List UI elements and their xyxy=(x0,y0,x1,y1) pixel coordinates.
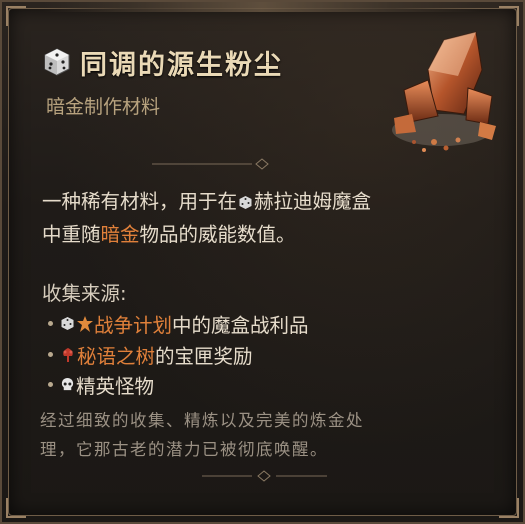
crystal-dust-icon xyxy=(392,31,496,152)
skull-icon xyxy=(61,377,74,391)
item-tooltip: 同调的源生粉尘 暗金制作材料 一种稀有材料，用于在 赫拉迪姆魔盒 中重随暗金物品… xyxy=(0,0,525,524)
title-row: 同调的源生粉尘 xyxy=(42,44,283,81)
description-line-2: 中重随暗金物品的威能数值。 xyxy=(42,223,296,246)
corner-ornament xyxy=(499,6,519,26)
corner-ornament xyxy=(6,6,26,26)
item-type: 暗金制作材料 xyxy=(46,96,161,118)
war-plan-icon xyxy=(77,315,93,332)
divider xyxy=(152,158,269,170)
flavor-line-1: 经过细致的收集、精炼以及完美的炼金处 xyxy=(40,411,364,430)
flavor-line-2: 理，它那古老的潜力已被彻底唤醒。 xyxy=(40,440,328,459)
bullet xyxy=(48,382,53,387)
corner-ornament xyxy=(499,498,519,518)
source-item-war-plans: 战争计划 中的魔盒战利品 xyxy=(48,309,309,338)
description-line-1: 一种稀有材料，用于在 赫拉迪姆魔盒 xyxy=(42,190,372,213)
cube-icon xyxy=(44,48,70,76)
item-name: 同调的源生粉尘 xyxy=(80,49,283,81)
bottom-divider xyxy=(202,470,327,482)
bullet xyxy=(48,321,53,326)
source-item-tree-of-whispers: 秘语之树 的宝匣奖励 xyxy=(48,340,253,369)
corner-ornament xyxy=(6,498,26,518)
source-item-elite-monsters: 精英怪物 xyxy=(48,370,154,399)
item-description: 一种稀有材料，用于在 赫拉迪姆魔盒 中重随暗金物品的威能数值。 xyxy=(42,185,492,251)
cube-icon xyxy=(61,317,74,330)
bullet xyxy=(48,352,53,357)
cube-icon xyxy=(239,196,252,209)
top-ornament xyxy=(42,2,482,12)
flavor-text: 经过细致的收集、精炼以及完美的炼金处 理，它那古老的潜力已被彻底唤醒。 xyxy=(40,406,495,464)
sources-heading: 收集来源: xyxy=(42,282,127,305)
tree-whispers-icon xyxy=(63,347,73,362)
